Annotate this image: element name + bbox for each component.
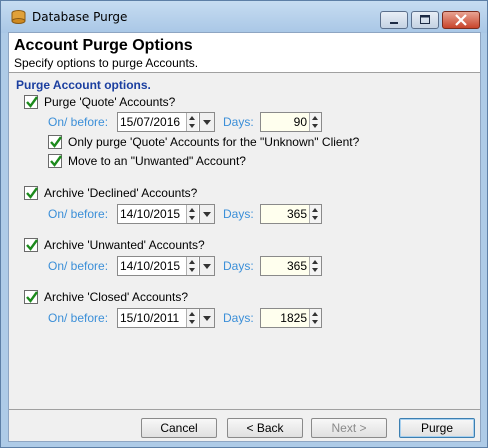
closed-on-before-label: On/ before: (48, 311, 109, 325)
quote-days-value: 90 (293, 115, 307, 129)
declined-date-dropdown[interactable] (199, 204, 215, 224)
quote-days-input[interactable]: 90 (260, 112, 322, 132)
chevron-down-icon (203, 212, 211, 217)
next-button[interactable]: Next > (311, 418, 387, 438)
quote-days-label: Days: (223, 115, 254, 129)
unwanted-date-spinner[interactable] (186, 257, 198, 275)
closed-date-picker[interactable]: 15/10/2011 (117, 308, 215, 328)
unwanted-date-picker[interactable]: 14/10/2015 (117, 256, 215, 276)
archive-closed-checkbox-row[interactable]: Archive 'Closed' Accounts? (24, 290, 188, 304)
purge-quote-label: Purge 'Quote' Accounts? (44, 95, 176, 109)
check-icon (26, 187, 38, 199)
window-title: Database Purge (32, 10, 128, 24)
quote-date-picker[interactable]: 15/07/2016 (117, 112, 215, 132)
archive-unwanted-checkbox-row[interactable]: Archive 'Unwanted' Accounts? (24, 238, 205, 252)
archive-closed-label: Archive 'Closed' Accounts? (44, 290, 188, 304)
unknown-client-label: Only purge 'Quote' Accounts for the "Unk… (68, 135, 360, 149)
page-title: Account Purge Options (14, 37, 193, 54)
declined-days-label: Days: (223, 207, 254, 221)
declined-days-value: 365 (286, 207, 307, 221)
wizard-header: Account Purge Options Specify options to… (9, 33, 480, 73)
quote-date-value: 15/07/2016 (120, 115, 181, 129)
archive-unwanted-checkbox[interactable] (24, 238, 38, 252)
closed-date-dropdown[interactable] (199, 308, 215, 328)
title-bar[interactable]: Database Purge (1, 1, 487, 33)
unwanted-on-before-label: On/ before: (48, 259, 109, 273)
archive-closed-checkbox[interactable] (24, 290, 38, 304)
quote-date-spinner[interactable] (186, 113, 198, 131)
move-unwanted-checkbox[interactable] (48, 154, 62, 168)
quote-days-spinner[interactable] (309, 113, 321, 131)
unwanted-days-input[interactable]: 365 (260, 256, 322, 276)
cancel-button[interactable]: Cancel (141, 418, 217, 438)
footer-divider (9, 409, 480, 410)
archive-unwanted-label: Archive 'Unwanted' Accounts? (44, 238, 205, 252)
unwanted-date-value: 14/10/2015 (120, 259, 181, 273)
purge-quote-checkbox-row[interactable]: Purge 'Quote' Accounts? (24, 95, 175, 109)
maximize-icon (420, 15, 430, 24)
unknown-client-checkbox[interactable] (48, 135, 62, 149)
move-unwanted-label: Move to an "Unwanted" Account? (68, 154, 246, 168)
declined-on-before-label: On/ before: (48, 207, 109, 221)
declined-date-value: 14/10/2015 (120, 207, 181, 221)
quote-on-before-label: On/ before: (48, 115, 109, 129)
chevron-down-icon (203, 264, 211, 269)
declined-days-input[interactable]: 365 (260, 204, 322, 224)
archive-declined-checkbox-row[interactable]: Archive 'Declined' Accounts? (24, 186, 197, 200)
closed-days-label: Days: (223, 311, 254, 325)
closed-date-spinner[interactable] (186, 309, 198, 327)
unwanted-date-dropdown[interactable] (199, 256, 215, 276)
page-subtitle: Specify options to purge Accounts. (14, 56, 199, 70)
declined-date-spinner[interactable] (186, 205, 198, 223)
archive-declined-checkbox[interactable] (24, 186, 38, 200)
chevron-down-icon (203, 120, 211, 125)
check-icon (26, 96, 38, 108)
dialog-body: Account Purge Options Specify options to… (8, 32, 481, 442)
archive-declined-label: Archive 'Declined' Accounts? (44, 186, 198, 200)
back-button[interactable]: < Back (227, 418, 303, 438)
closed-date-value: 15/10/2011 (120, 311, 180, 325)
unwanted-days-value: 365 (286, 259, 307, 273)
minimize-icon (390, 22, 398, 24)
check-icon (50, 136, 62, 148)
check-icon (26, 239, 38, 251)
closed-days-value: 1825 (280, 311, 307, 325)
check-icon (26, 291, 38, 303)
maximize-button[interactable] (411, 11, 439, 29)
closed-days-spinner[interactable] (309, 309, 321, 327)
database-icon (11, 10, 26, 24)
minimize-button[interactable] (380, 11, 408, 29)
unknown-client-checkbox-row[interactable]: Only purge 'Quote' Accounts for the "Unk… (48, 135, 359, 149)
move-unwanted-checkbox-row[interactable]: Move to an "Unwanted" Account? (48, 154, 246, 168)
close-button[interactable] (442, 11, 480, 29)
chevron-down-icon (203, 316, 211, 321)
check-icon (50, 155, 62, 167)
unwanted-days-spinner[interactable] (309, 257, 321, 275)
purge-button[interactable]: Purge (399, 418, 475, 438)
section-title: Purge Account options. (16, 78, 151, 92)
database-purge-window: Database Purge Account Purge Options Spe… (0, 0, 488, 448)
close-icon (455, 14, 467, 26)
closed-days-input[interactable]: 1825 (260, 308, 322, 328)
unwanted-days-label: Days: (223, 259, 254, 273)
declined-date-picker[interactable]: 14/10/2015 (117, 204, 215, 224)
declined-days-spinner[interactable] (309, 205, 321, 223)
purge-quote-checkbox[interactable] (24, 95, 38, 109)
quote-date-dropdown[interactable] (199, 112, 215, 132)
